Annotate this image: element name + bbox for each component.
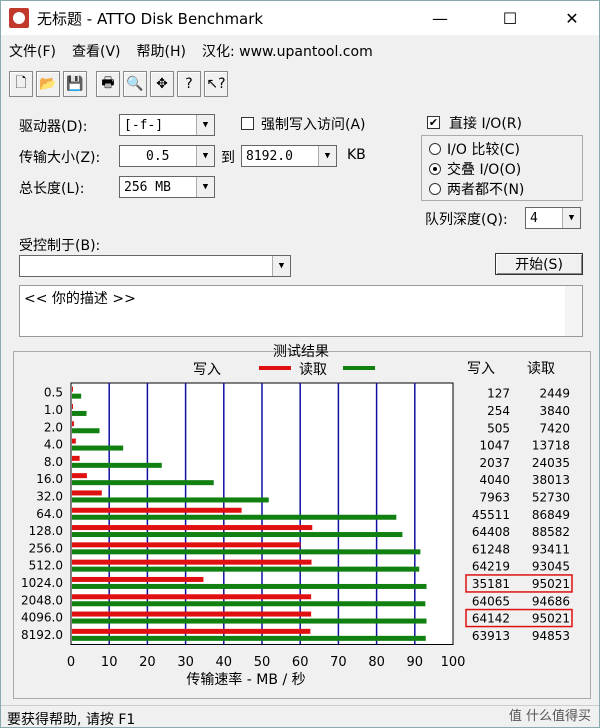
write-bar	[72, 542, 301, 548]
read-value: 94853	[532, 629, 570, 643]
write-bar	[72, 421, 74, 427]
write-bar	[72, 559, 312, 565]
y-tick-label: 128.0	[29, 524, 63, 538]
y-tick-label: 4096.0	[21, 611, 63, 625]
y-tick-label: 8.0	[44, 455, 63, 469]
read-value: 7420	[539, 421, 570, 435]
read-bar	[72, 480, 214, 486]
write-bar	[72, 473, 87, 479]
write-value: 63913	[472, 629, 510, 643]
read-bar	[72, 514, 397, 520]
write-bar	[72, 403, 73, 409]
read-value: 2449	[539, 387, 570, 401]
write-bar	[72, 576, 204, 582]
read-bar	[72, 601, 426, 607]
read-value: 52730	[532, 490, 570, 504]
write-bar	[72, 507, 242, 513]
results-title: 测试结果	[273, 344, 329, 360]
read-value: 86849	[532, 508, 570, 522]
write-bar	[72, 594, 312, 600]
y-tick-label: 32.0	[36, 489, 63, 503]
y-tick-label: 2.0	[44, 420, 63, 434]
x-tick-label: 20	[139, 655, 156, 670]
read-value: 93045	[532, 560, 570, 574]
read-bar	[72, 410, 87, 416]
results-chart: 测试结果写入 读取 0 10 20 30 40 50 60 70 80 90 100 写入 读取 0.5 127…	[21, 344, 573, 688]
read-bar	[72, 497, 269, 503]
write-value: 35181	[472, 577, 510, 591]
write-value: 64408	[472, 525, 510, 539]
legend-swatch	[343, 366, 375, 370]
x-tick-label: 30	[177, 655, 194, 670]
read-value: 95021	[532, 577, 570, 591]
write-bar	[72, 628, 311, 634]
x-tick-label: 50	[254, 655, 271, 670]
write-value: 45511	[472, 508, 510, 522]
x-tick-label: 0	[67, 655, 75, 670]
read-bar	[72, 566, 420, 572]
write-value: 254	[487, 404, 510, 418]
read-bar	[72, 618, 427, 624]
read-column-header: 读取	[527, 360, 555, 377]
write-value: 64065	[472, 594, 510, 608]
read-bar	[72, 635, 426, 641]
read-value: 93411	[532, 542, 570, 556]
read-bar	[72, 583, 427, 589]
write-bar	[72, 490, 102, 496]
x-tick-label: 40	[216, 655, 233, 670]
write-value: 64142	[472, 612, 510, 626]
write-value: 1047	[479, 439, 510, 453]
status-text: 要获得帮助, 请按 F1	[7, 712, 136, 728]
x-tick-label: 80	[368, 655, 385, 670]
read-value: 24035	[532, 456, 570, 470]
read-value: 38013	[532, 473, 570, 487]
y-tick-label: 512.0	[29, 559, 63, 573]
write-bar	[72, 386, 73, 392]
read-value: 88582	[532, 525, 570, 539]
read-value: 3840	[539, 404, 570, 418]
x-tick-label: 60	[292, 655, 309, 670]
y-tick-label: 0.5	[44, 386, 63, 400]
legend-swatch	[259, 366, 291, 370]
y-tick-label: 8192.0	[21, 628, 63, 642]
x-axis-label: 传输速率 - MB / 秒	[186, 671, 305, 688]
write-value: 7963	[479, 490, 510, 504]
y-tick-label: 4.0	[44, 438, 63, 452]
write-value: 505	[487, 421, 510, 435]
legend-label: 读取	[299, 361, 327, 378]
write-bar	[72, 438, 76, 444]
write-bar	[72, 525, 313, 531]
read-bar	[72, 532, 403, 538]
read-bar	[72, 549, 421, 555]
write-value: 4040	[479, 473, 510, 487]
read-bar	[72, 462, 162, 468]
x-tick-label: 10	[101, 655, 118, 670]
y-tick-label: 1.0	[44, 403, 63, 417]
write-bar	[72, 611, 312, 617]
y-tick-label: 2048.0	[21, 593, 63, 607]
y-tick-label: 1024.0	[21, 576, 63, 590]
legend-label: 写入	[193, 362, 221, 378]
write-value: 61248	[472, 542, 510, 556]
read-value: 94686	[532, 594, 570, 608]
y-tick-label: 64.0	[36, 507, 63, 521]
read-value: 13718	[532, 439, 570, 453]
write-value: 127	[487, 387, 510, 401]
x-tick-label: 90	[407, 655, 424, 670]
write-value: 2037	[479, 456, 510, 470]
app-window: 无标题 - ATTO Disk Benchmark — ☐ ✕ 文件(F) 查看…	[0, 0, 600, 728]
write-value: 64219	[472, 560, 510, 574]
read-value: 95021	[532, 612, 570, 626]
read-bar	[72, 428, 100, 434]
y-tick-label: 256.0	[29, 541, 63, 555]
watermark: 值 什么值得买	[508, 709, 591, 724]
x-tick-label: 70	[330, 655, 347, 670]
write-bar	[72, 455, 80, 461]
x-tick-label: 100	[441, 655, 466, 670]
read-bar	[72, 445, 124, 451]
read-bar	[72, 393, 82, 399]
write-column-header: 写入	[467, 361, 495, 377]
y-tick-label: 16.0	[36, 472, 63, 486]
